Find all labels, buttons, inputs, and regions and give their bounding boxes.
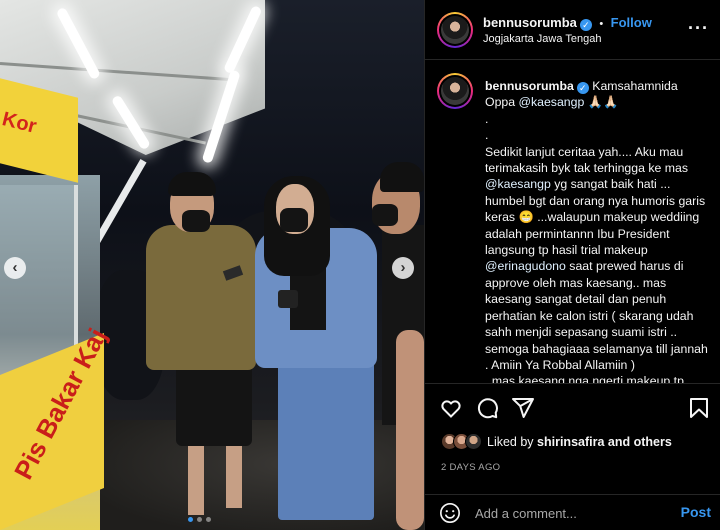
next-photo-button[interactable]: › <box>392 257 414 279</box>
person-arm <box>396 330 424 530</box>
caption-paragraph: saat prewed harus di approve oleh mas ka… <box>485 259 708 372</box>
person-leg <box>188 440 204 515</box>
person-hair <box>168 172 216 196</box>
caption-scroll[interactable]: bennusorumba ✓ Kamsahamnida Oppa @kaesang… <box>425 61 720 383</box>
face-mask <box>182 210 210 232</box>
carousel-dot <box>188 517 193 522</box>
heart-icon[interactable] <box>439 396 463 420</box>
caption-paragraph: ..mas kaesang nga ngerti makeup tp <box>485 374 684 383</box>
likes-suffix[interactable]: and others <box>604 435 672 449</box>
post-timestamp[interactable]: 2 DAYS AGO <box>441 462 500 473</box>
person-hair <box>380 162 424 192</box>
likes-summary[interactable]: Liked by shirinsafira and others <box>441 433 672 450</box>
mention-link[interactable]: @kaesangp <box>519 95 585 109</box>
comment-input[interactable] <box>475 506 665 521</box>
caption-greeting-cont: Oppa <box>485 95 519 110</box>
caption-dot: . <box>485 111 489 126</box>
author-username[interactable]: bennusorumba <box>483 15 577 30</box>
post-details-panel: bennusorumba ✓ • Follow Jogjakarta Jawa T… <box>424 0 720 530</box>
person-jeans <box>278 345 374 520</box>
post-photo[interactable]: Kor Pis Bakar Kaj ‹ › <box>0 0 424 530</box>
face-mask <box>280 208 308 232</box>
mention-link[interactable]: @kaesangp <box>485 177 551 191</box>
likes-prefix: Liked by <box>487 434 538 449</box>
liker-username[interactable]: shirinsafira <box>537 435 604 449</box>
carousel-dot <box>206 517 211 522</box>
face-mask <box>372 204 398 226</box>
post-header: bennusorumba ✓ • Follow Jogjakarta Jawa T… <box>425 0 720 60</box>
carousel-dot <box>197 517 202 522</box>
more-options-icon[interactable]: ··· <box>688 18 709 39</box>
action-bar <box>425 383 720 431</box>
comment-bar: Post <box>425 494 720 530</box>
carousel-indicator <box>188 517 211 522</box>
liker-avatar <box>465 433 482 450</box>
separator-dot: • <box>599 18 604 30</box>
bookmark-icon[interactable] <box>687 396 711 420</box>
phone <box>278 290 298 308</box>
author-line: bennusorumba ✓ • Follow <box>483 14 652 32</box>
author-avatar[interactable] <box>437 12 473 48</box>
street-floor <box>95 420 424 530</box>
follow-button[interactable]: Follow <box>611 15 652 30</box>
caption-author-avatar[interactable] <box>437 73 473 109</box>
post-location[interactable]: Jogjakarta Jawa Tengah <box>483 33 601 45</box>
caption-author[interactable]: bennusorumba <box>485 79 574 93</box>
person-shorts <box>176 358 252 446</box>
mention-link[interactable]: @erinagudono <box>485 259 566 273</box>
caption-text: bennusorumba ✓ Kamsahamnida Oppa @kaesang… <box>485 78 713 383</box>
post-comment-button[interactable]: Post <box>681 504 711 520</box>
caption-emoji: 🙏🏻🙏🏻 <box>584 95 619 110</box>
caption-dot: . <box>485 128 489 143</box>
person-torso <box>146 225 256 370</box>
person-leg <box>226 440 242 508</box>
prev-photo-button[interactable]: ‹ <box>4 257 26 279</box>
share-icon[interactable] <box>511 396 535 420</box>
likes-text: Liked by shirinsafira and others <box>487 435 672 449</box>
caption-paragraph: Sedikit lanjut ceritaa yah.... Aku mau t… <box>485 144 688 176</box>
verified-badge-icon: ✓ <box>579 19 592 31</box>
caption-greeting: Kamsahamnida <box>588 79 678 93</box>
comment-icon[interactable] <box>475 396 499 420</box>
smiley-icon[interactable] <box>439 502 461 524</box>
verified-badge-icon: ✓ <box>576 82 589 94</box>
